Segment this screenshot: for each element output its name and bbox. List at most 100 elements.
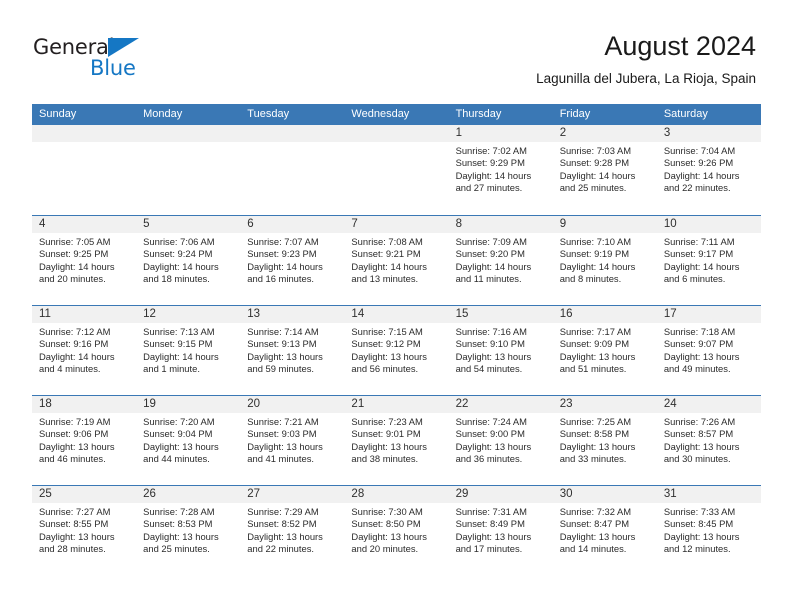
- day-details: Sunrise: 7:21 AM Sunset: 9:03 PM Daylight:…: [240, 413, 344, 465]
- calendar-day-cell[interactable]: 30 Sunrise: 7:32 AM Sunset: 8:47 PM Dayligh…: [552, 486, 657, 575]
- day-number: 26: [136, 486, 241, 503]
- weekday-header-row: Sunday Monday Tuesday Wednesday Thursday Frid…: [32, 104, 761, 125]
- calendar-day-cell[interactable]: 23 Sunrise: 7:25 AM Sunset: 8:58 PM Dayligh…: [552, 396, 657, 485]
- weekday-header-wednesday: Wednesday: [351, 108, 410, 120]
- calendar-day-cell[interactable]: 29 Sunrise: 7:31 AM Sunset: 8:49 PM Dayligh…: [448, 486, 553, 575]
- day-daylight-text: Daylight: 13 hours and 33 minutes.: [559, 440, 636, 464]
- calendar-day-cell[interactable]: 14 Sunrise: 7:15 AM Sunset: 9:12 PM Dayligh…: [344, 306, 449, 395]
- day-sunrise-text: Sunrise: 7:13 AM: [143, 326, 215, 337]
- day-details: Sunrise: 7:18 AM Sunset: 9:07 PM Daylight:…: [657, 323, 761, 375]
- day-number: 11: [32, 306, 137, 323]
- calendar-day-cell[interactable]: 1 Sunrise: 7:02 AM Sunset: 9:29 PM Daylight…: [448, 125, 553, 215]
- day-daylight-text: Daylight: 14 hours and 25 minutes.: [559, 169, 636, 193]
- calendar-day-cell-empty: [136, 125, 241, 215]
- day-daylight-text: Daylight: 13 hours and 44 minutes.: [143, 440, 219, 464]
- day-details: Sunrise: 7:16 AM Sunset: 9:10 PM Daylight:…: [449, 323, 553, 375]
- day-details: Sunrise: 7:04 AM Sunset: 9:26 PM Daylight:…: [657, 142, 761, 194]
- weekday-header-friday: Friday: [559, 108, 591, 120]
- calendar-day-cell-empty: [32, 125, 137, 215]
- calendar-grid: Sunday Monday Tuesday Wednesday Thursday Frid…: [32, 104, 761, 575]
- day-daylight-text: Daylight: 13 hours and 49 minutes.: [663, 350, 740, 374]
- calendar-day-cell[interactable]: 5 Sunrise: 7:06 AM Sunset: 9:24 PM Daylight…: [136, 216, 241, 305]
- calendar-day-cell[interactable]: 9 Sunrise: 7:10 AM Sunset: 9:19 PM Daylight…: [552, 216, 657, 305]
- calendar-day-cell[interactable]: 12 Sunrise: 7:13 AM Sunset: 9:15 PM Dayligh…: [136, 306, 241, 395]
- weekday-header-tuesday: Tuesday: [247, 108, 290, 120]
- day-sunrise-text: Sunrise: 7:19 AM: [39, 416, 111, 427]
- calendar-day-cell-empty: [240, 125, 345, 215]
- day-daylight-text: Daylight: 13 hours and 30 minutes.: [663, 440, 740, 464]
- day-sunset-text: Sunset: 9:20 PM: [455, 248, 525, 260]
- calendar-day-cell[interactable]: 2 Sunrise: 7:03 AM Sunset: 9:28 PM Daylight…: [552, 125, 657, 215]
- weekday-header-sunday: Sunday: [39, 108, 77, 120]
- day-details: Sunrise: 7:24 AM Sunset: 9:00 PM Daylight:…: [449, 413, 553, 465]
- day-number: 3: [656, 125, 761, 142]
- calendar-day-cell[interactable]: 13 Sunrise: 7:14 AM Sunset: 9:13 PM Dayligh…: [240, 306, 345, 395]
- generalblue-logo: General Blue: [33, 36, 233, 86]
- day-sunset-text: Sunset: 8:50 PM: [351, 518, 421, 530]
- day-details: Sunrise: 7:13 AM Sunset: 9:15 PM Daylight:…: [136, 323, 240, 375]
- day-sunrise-text: Sunrise: 7:04 AM: [663, 145, 736, 156]
- day-details: Sunrise: 7:06 AM Sunset: 9:24 PM Daylight:…: [136, 233, 240, 285]
- calendar-day-cell[interactable]: 17 Sunrise: 7:18 AM Sunset: 9:07 PM Dayligh…: [656, 306, 761, 395]
- calendar-weeks: 1 Sunrise: 7:02 AM Sunset: 9:29 PM Daylight…: [32, 125, 761, 575]
- day-number: 12: [136, 306, 241, 323]
- day-daylight-text: Daylight: 14 hours and 22 minutes.: [663, 169, 740, 193]
- calendar-day-cell[interactable]: 20 Sunrise: 7:21 AM Sunset: 9:03 PM Dayligh…: [240, 396, 345, 485]
- day-details: Sunrise: 7:29 AM Sunset: 8:52 PM Daylight:…: [240, 503, 344, 555]
- day-sunset-text: Sunset: 8:58 PM: [559, 428, 630, 440]
- day-sunset-text: Sunset: 9:03 PM: [247, 428, 317, 440]
- day-number: 1: [448, 125, 553, 142]
- calendar-day-cell[interactable]: 6 Sunrise: 7:07 AM Sunset: 9:23 PM Daylight…: [240, 216, 345, 305]
- day-number: 4: [32, 216, 137, 233]
- day-number: [32, 125, 137, 142]
- day-number: 14: [344, 306, 449, 323]
- day-sunrise-text: Sunrise: 7:24 AM: [455, 416, 527, 427]
- calendar-day-cell[interactable]: 10 Sunrise: 7:11 AM Sunset: 9:17 PM Dayligh…: [656, 216, 761, 305]
- calendar-day-cell[interactable]: 25 Sunrise: 7:27 AM Sunset: 8:55 PM Dayligh…: [32, 486, 137, 575]
- calendar-day-cell[interactable]: 26 Sunrise: 7:28 AM Sunset: 8:53 PM Dayligh…: [136, 486, 241, 575]
- calendar-day-cell[interactable]: 4 Sunrise: 7:05 AM Sunset: 9:25 PM Daylight…: [32, 216, 137, 305]
- calendar-day-cell[interactable]: 27 Sunrise: 7:29 AM Sunset: 8:52 PM Dayligh…: [240, 486, 345, 575]
- day-number: 28: [344, 486, 449, 503]
- calendar-day-cell[interactable]: 21 Sunrise: 7:23 AM Sunset: 9:01 PM Dayligh…: [344, 396, 449, 485]
- day-sunrise-text: Sunrise: 7:32 AM: [559, 506, 632, 517]
- calendar-day-cell[interactable]: 3 Sunrise: 7:04 AM Sunset: 9:26 PM Daylight…: [656, 125, 761, 215]
- day-sunrise-text: Sunrise: 7:06 AM: [143, 236, 215, 247]
- day-number: 8: [448, 216, 553, 233]
- day-daylight-text: Daylight: 13 hours and 22 minutes.: [247, 530, 323, 554]
- day-number: 31: [656, 486, 761, 503]
- calendar-day-cell[interactable]: 11 Sunrise: 7:12 AM Sunset: 9:16 PM Dayligh…: [32, 306, 137, 395]
- day-number: 24: [656, 396, 761, 413]
- day-sunset-text: Sunset: 8:49 PM: [455, 518, 525, 530]
- calendar-day-cell[interactable]: 15 Sunrise: 7:16 AM Sunset: 9:10 PM Dayligh…: [448, 306, 553, 395]
- calendar-day-cell[interactable]: 7 Sunrise: 7:08 AM Sunset: 9:21 PM Daylight…: [344, 216, 449, 305]
- calendar-week-row: 18 Sunrise: 7:19 AM Sunset: 9:06 PM Dayligh…: [32, 395, 761, 485]
- calendar-day-cell[interactable]: 16 Sunrise: 7:17 AM Sunset: 9:09 PM Dayligh…: [552, 306, 657, 395]
- day-number: [240, 125, 345, 142]
- calendar-day-cell[interactable]: 28 Sunrise: 7:30 AM Sunset: 8:50 PM Dayligh…: [344, 486, 449, 575]
- day-daylight-text: Daylight: 13 hours and 59 minutes.: [247, 350, 323, 374]
- day-daylight-text: Daylight: 13 hours and 54 minutes.: [455, 350, 532, 374]
- calendar-day-cell[interactable]: 24 Sunrise: 7:26 AM Sunset: 8:57 PM Dayligh…: [656, 396, 761, 485]
- day-number: 30: [552, 486, 657, 503]
- day-number: 20: [240, 396, 345, 413]
- calendar-day-cell[interactable]: 19 Sunrise: 7:20 AM Sunset: 9:04 PM Dayligh…: [136, 396, 241, 485]
- day-daylight-text: Daylight: 14 hours and 6 minutes.: [663, 260, 740, 284]
- day-details: Sunrise: 7:26 AM Sunset: 8:57 PM Daylight:…: [657, 413, 761, 465]
- weekday-header-monday: Monday: [143, 108, 183, 120]
- day-daylight-text: Daylight: 13 hours and 46 minutes.: [39, 440, 115, 464]
- calendar-day-cell[interactable]: 31 Sunrise: 7:33 AM Sunset: 8:45 PM Dayligh…: [656, 486, 761, 575]
- day-sunset-text: Sunset: 9:07 PM: [663, 338, 734, 350]
- day-sunrise-text: Sunrise: 7:09 AM: [455, 236, 527, 247]
- day-daylight-text: Daylight: 14 hours and 27 minutes.: [455, 169, 532, 193]
- day-details: Sunrise: 7:11 AM Sunset: 9:17 PM Daylight:…: [657, 233, 761, 285]
- calendar-day-cell[interactable]: 22 Sunrise: 7:24 AM Sunset: 9:00 PM Dayligh…: [448, 396, 553, 485]
- day-sunrise-text: Sunrise: 7:25 AM: [559, 416, 632, 427]
- calendar-day-cell[interactable]: 18 Sunrise: 7:19 AM Sunset: 9:06 PM Dayligh…: [32, 396, 137, 485]
- day-sunrise-text: Sunrise: 7:11 AM: [663, 236, 735, 247]
- day-number: 15: [448, 306, 553, 323]
- day-daylight-text: Daylight: 13 hours and 14 minutes.: [559, 530, 636, 554]
- calendar-day-cell[interactable]: 8 Sunrise: 7:09 AM Sunset: 9:20 PM Daylight…: [448, 216, 553, 305]
- calendar-week-row: 25 Sunrise: 7:27 AM Sunset: 8:55 PM Dayligh…: [32, 485, 761, 575]
- day-daylight-text: Daylight: 13 hours and 25 minutes.: [143, 530, 219, 554]
